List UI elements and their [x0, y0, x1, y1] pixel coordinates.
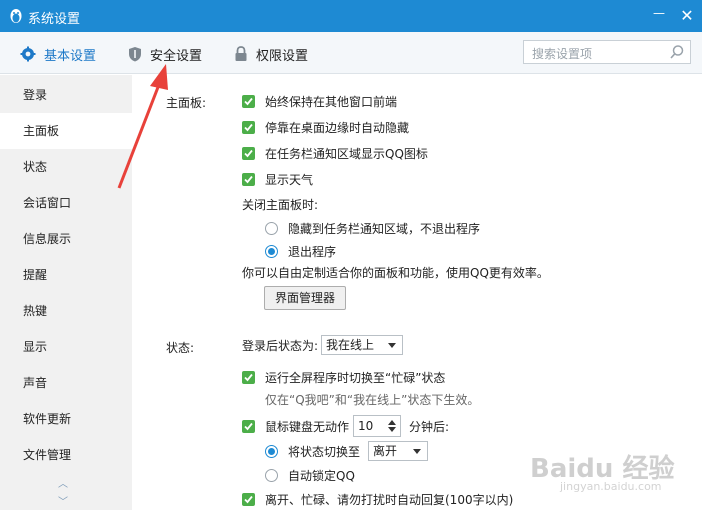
close-panel-label: 关闭主面板时: [242, 198, 319, 212]
switch-status-dropdown[interactable]: 离开 [368, 441, 429, 461]
lock-icon [235, 46, 247, 61]
after-login-status-row: 登录后状态为: 我在线上 [242, 335, 404, 355]
option-auto-reply[interactable]: 离开、忙碌、请勿打扰时自动回复(100字以内) [242, 491, 513, 508]
checkbox-checked-icon[interactable] [242, 173, 255, 186]
tab-permission-settings-label: 权限设置 [256, 48, 309, 64]
chevron-down-icon [388, 343, 397, 348]
radio-exit-program-label: 退出程序 [288, 245, 337, 259]
search-icon[interactable] [669, 44, 685, 60]
checkbox-checked-icon[interactable] [242, 121, 255, 134]
option-show-weather-label: 显示天气 [265, 173, 314, 187]
switch-status-value: 离开 [373, 444, 398, 458]
sidebar-item-sound[interactable]: 声音 [0, 365, 132, 401]
chevron-down-icon [413, 449, 422, 454]
radio-exit-program[interactable]: 退出程序 [265, 243, 336, 260]
after-login-status-label: 登录后状态为: [242, 338, 319, 353]
status-section-label: 状态: [166, 341, 195, 355]
tab-basic-settings-label: 基本设置 [44, 48, 97, 64]
tab-permission-settings[interactable]: 权限设置 [234, 44, 308, 64]
tab-security-settings-label: 安全设置 [150, 48, 203, 64]
sidebar-item-display[interactable]: 显示 [0, 329, 132, 365]
checkbox-checked-icon[interactable] [242, 371, 255, 384]
option-auto-hide[interactable]: 停靠在桌面边缘时自动隐藏 [242, 119, 409, 136]
idle-suffix-label: 分钟后: [409, 419, 450, 434]
sidebar-item-info-display[interactable]: 信息展示 [0, 221, 132, 257]
option-fullscreen-busy-label: 运行全屏程序时切换至“忙碌”状态 [265, 371, 446, 385]
sidebar-item-chat-window[interactable]: 会话窗口 [0, 185, 132, 221]
radio-selected-icon[interactable] [265, 444, 278, 458]
checkbox-checked-icon[interactable] [242, 95, 255, 108]
search-input[interactable]: 搜索设置项 [523, 40, 691, 64]
checkbox-checked-icon[interactable] [242, 419, 255, 433]
option-tray-icon[interactable]: 在任务栏通知区域显示QQ图标 [242, 145, 428, 162]
radio-unselected-icon[interactable] [265, 469, 278, 482]
option-show-weather[interactable]: 显示天气 [242, 171, 313, 188]
search-placeholder: 搜索设置项 [532, 47, 593, 61]
sidebar-item-status[interactable]: 状态 [0, 149, 132, 185]
settings-tabs: 基本设置 安全设置 权限设置 搜索设置项 [0, 32, 702, 74]
radio-selected-icon[interactable] [265, 245, 278, 258]
auto-lock-label: 自动锁定QQ [288, 469, 355, 483]
sidebar-item-main-panel[interactable]: 主面板 [0, 113, 132, 149]
radio-hide-to-tray[interactable]: 隐藏到任务栏通知区域，不退出程序 [265, 220, 480, 237]
after-login-status-value: 我在线上 [326, 338, 375, 352]
settings-content: 主面板: 始终保持在其他窗口前端 停靠在桌面边缘时自动隐藏 在任务栏通知区域显示… [132, 75, 702, 510]
idle-prefix-label: 鼠标键盘无动作 [265, 419, 350, 434]
option-auto-hide-label: 停靠在桌面边缘时自动隐藏 [265, 121, 410, 135]
shield-icon [129, 47, 141, 62]
sidebar: 登录 主面板 状态 会话窗口 信息展示 提醒 热键 显示 声音 软件更新 文件管… [0, 75, 132, 510]
fullscreen-busy-note: 仅在“Q我吧”和“我在线上”状态下生效。 [265, 393, 480, 407]
tab-basic-settings[interactable]: 基本设置 [20, 44, 96, 64]
window-title: 系统设置 [28, 12, 81, 27]
baidu-watermark-url: jingyan.baidu.com [560, 480, 662, 493]
option-always-on-top-label: 始终保持在其他窗口前端 [265, 95, 398, 109]
option-always-on-top[interactable]: 始终保持在其他窗口前端 [242, 93, 397, 110]
sidebar-item-file-management[interactable]: 文件管理 [0, 437, 132, 473]
option-auto-reply-label: 离开、忙碌、请勿打扰时自动回复(100字以内) [265, 493, 514, 507]
qq-penguin-icon [10, 9, 22, 23]
interface-manager-button[interactable]: 界面管理器 [264, 286, 346, 310]
tab-security-settings[interactable]: 安全设置 [128, 44, 202, 64]
option-fullscreen-busy[interactable]: 运行全屏程序时切换至“忙碌”状态 [242, 369, 445, 386]
scroll-down-icon[interactable]: ﹀ [58, 493, 68, 508]
checkbox-checked-icon[interactable] [242, 147, 255, 160]
gear-icon [20, 46, 36, 62]
idle-minutes-value: 10 [358, 419, 374, 433]
minimize-button[interactable]: — [647, 6, 671, 26]
switch-status-label: 将状态切换至 [288, 444, 361, 459]
title-bar: 系统设置 — ✕ [0, 0, 702, 32]
after-login-status-dropdown[interactable]: 我在线上 [321, 335, 404, 355]
close-button[interactable]: ✕ [675, 5, 699, 27]
sidebar-item-login[interactable]: 登录 [0, 77, 132, 113]
stepper-down-icon[interactable] [388, 427, 397, 432]
idle-minutes-stepper[interactable]: 10 [353, 415, 402, 437]
main-panel-section-label: 主面板: [166, 96, 207, 110]
radio-auto-lock[interactable]: 自动锁定QQ [265, 467, 355, 484]
stepper-up-icon[interactable] [388, 420, 397, 425]
radio-hide-to-tray-label: 隐藏到任务栏通知区域，不退出程序 [288, 222, 481, 236]
option-tray-icon-label: 在任务栏通知区域显示QQ图标 [265, 147, 428, 161]
option-idle-timeout[interactable]: 鼠标键盘无动作 10 分钟后: [242, 415, 449, 437]
sidebar-item-reminder[interactable]: 提醒 [0, 257, 132, 293]
radio-switch-status[interactable]: 将状态切换至 离开 [265, 441, 429, 461]
checkbox-checked-icon[interactable] [242, 493, 255, 506]
radio-unselected-icon[interactable] [265, 222, 278, 235]
sidebar-item-software-update[interactable]: 软件更新 [0, 401, 132, 437]
scroll-up-icon[interactable]: ︿ [58, 475, 68, 490]
sidebar-item-hotkey[interactable]: 热键 [0, 293, 132, 329]
customize-note: 你可以自由定制适合你的面板和功能，使用QQ更有效率。 [242, 266, 549, 280]
